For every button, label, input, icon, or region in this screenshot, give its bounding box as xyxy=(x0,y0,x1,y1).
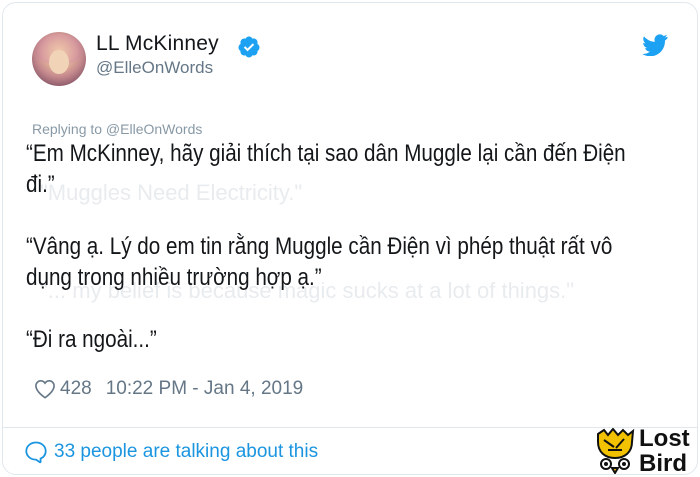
author-handle[interactable]: @ElleOnWords xyxy=(96,58,213,78)
conversation-text: 33 people are talking about this xyxy=(54,441,319,462)
like-count[interactable]: 428 xyxy=(60,378,92,400)
replying-to[interactable]: Replying to @ElleOnWords xyxy=(32,121,202,137)
heart-outline-icon[interactable] xyxy=(34,379,56,399)
twitter-bird-icon[interactable] xyxy=(642,34,668,56)
tweet-line: “Đi ra ngoài...” xyxy=(26,326,157,353)
speech-bubble-icon xyxy=(25,441,47,464)
timestamp[interactable]: 10:22 PM - Jan 4, 2019 xyxy=(106,378,304,400)
bird-logo-icon xyxy=(597,428,635,474)
conversation-link[interactable]: 33 people are talking about this xyxy=(24,440,318,464)
watermark-text: Lost xyxy=(639,425,690,452)
verified-badge-icon xyxy=(238,36,260,58)
tweet-text: “Em McKinney, hãy giải thích tại sao dân… xyxy=(26,138,666,355)
tweet-line: “Vâng ạ. Lý do em tin rằng Muggle cần Đi… xyxy=(26,233,613,260)
tweet-meta: 428 10:22 PM - Jan 4, 2019 xyxy=(34,376,303,402)
avatar[interactable] xyxy=(32,32,86,86)
tweet-line: “Em McKinney, hãy giải thích tại sao dân… xyxy=(26,140,626,167)
tweet-line: dụng trong nhiều trường hợp ạ.” xyxy=(26,264,322,291)
avatar-face xyxy=(49,50,69,74)
watermark-logo: Lost Bird xyxy=(594,425,700,477)
tweet-line: đi.” xyxy=(26,171,55,198)
author-name[interactable]: LL McKinney xyxy=(96,32,219,56)
watermark-text: Bird xyxy=(639,450,687,477)
